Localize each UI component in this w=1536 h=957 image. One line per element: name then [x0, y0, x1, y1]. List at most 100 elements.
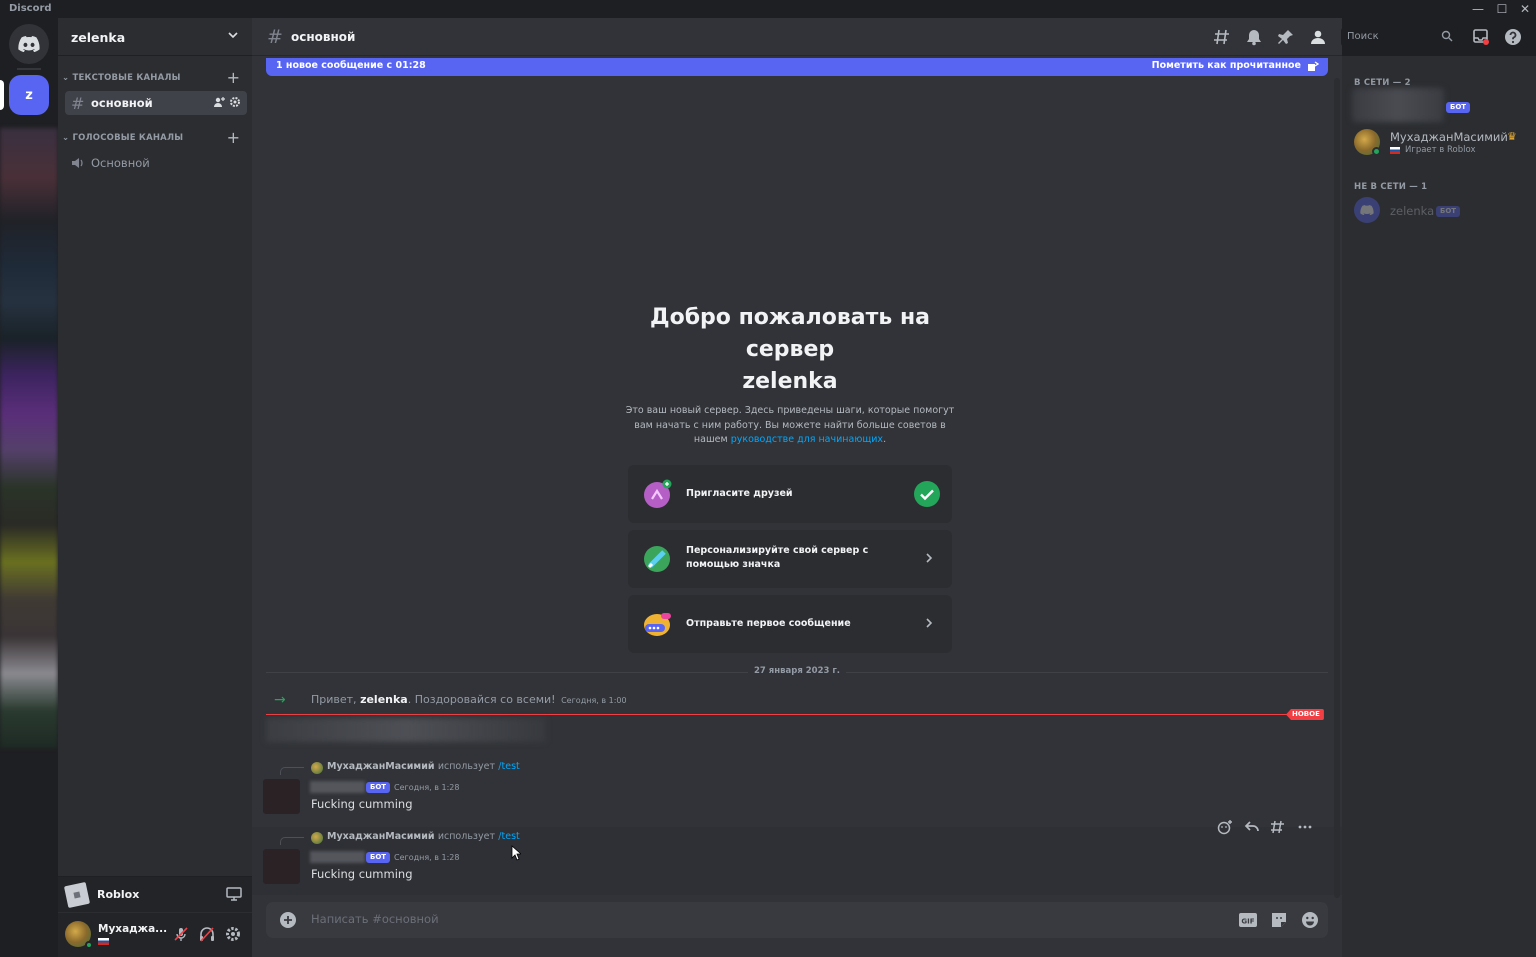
message-input[interactable] [311, 912, 1211, 926]
send-first-message-card[interactable]: Отправьте первое сообщение [628, 595, 952, 653]
home-button[interactable] [9, 24, 49, 64]
chevron-right-icon [926, 553, 933, 563]
server-header[interactable]: zelenka [58, 18, 252, 56]
voice-channel-label: Основной [91, 156, 150, 170]
invite-friends-icon [644, 479, 672, 508]
join-arrow-icon: → [274, 692, 286, 708]
search-input[interactable]: Поиск [1341, 27, 1458, 47]
slash-command-link[interactable]: /test [498, 761, 519, 772]
message-composer: GIF [266, 902, 1328, 938]
timestamp: Сегодня, в 1:00 [561, 696, 627, 705]
avatar[interactable] [311, 762, 323, 774]
inbox-icon[interactable] [1472, 28, 1490, 46]
reply-connector [280, 837, 304, 845]
channel-item-osnovnoy[interactable]: # основной [65, 91, 247, 115]
mark-read-button[interactable]: Пометить как прочитанное [1152, 60, 1301, 71]
avatar[interactable] [263, 849, 300, 884]
online-status-icon [1372, 147, 1381, 156]
close-button[interactable]: ✕ [1513, 1, 1536, 17]
timestamp: Сегодня, в 1:28 [394, 853, 460, 862]
crown-icon: ♛ [1507, 130, 1517, 143]
bot-badge: БОТ [1436, 206, 1461, 217]
avatar[interactable] [1354, 197, 1380, 223]
minimize-button[interactable]: — [1466, 1, 1490, 17]
add-voice-channel-button[interactable]: + [227, 130, 240, 146]
maximize-button[interactable]: ☐ [1490, 1, 1514, 17]
voice-channel-osnovnoy[interactable]: Основной [65, 151, 247, 175]
message-item[interactable]: МухаджанМасимий использует /test БОТ Сег… [252, 757, 1342, 825]
system-join-message: → Привет, zelenka. Поздоровайся со всеми… [274, 692, 627, 708]
card-label: Пригласите друзей [686, 488, 793, 499]
sticker-icon[interactable] [1269, 911, 1289, 929]
russia-flag-icon [98, 938, 109, 945]
plus-circle-icon[interactable] [279, 911, 297, 929]
blurred-username [310, 781, 365, 793]
category-voice-channels[interactable]: ⌄ ГОЛОСОВЫЕ КАНАЛЫ [62, 133, 183, 143]
gif-icon[interactable]: GIF [1238, 911, 1258, 929]
mark-read-icon [1308, 61, 1319, 71]
chat-scrollbar[interactable] [1334, 78, 1340, 898]
category-text-channels[interactable]: ⌄ ТЕКСТОВЫЕ КАНАЛЫ [62, 73, 181, 83]
more-options-icon[interactable] [1297, 819, 1313, 835]
blurred-username [310, 851, 365, 863]
avatar[interactable] [311, 832, 323, 844]
mic-muted-icon[interactable] [172, 925, 190, 943]
pin-icon[interactable] [1277, 28, 1295, 46]
user-panel: Мухаджа... [58, 913, 252, 957]
svg-text:GIF: GIF [1241, 918, 1254, 926]
member-name: zelenka [1390, 204, 1435, 218]
server-icon-zelenka[interactable]: z [9, 75, 49, 115]
reply-icon[interactable] [1244, 819, 1260, 835]
username[interactable]: Мухаджа... [98, 923, 167, 935]
timestamp: Сегодня, в 1:28 [394, 783, 460, 792]
bot-badge: БОТ [1446, 102, 1471, 113]
reply-username[interactable]: МухаджанМасимий [327, 831, 435, 842]
threads-icon[interactable] [1213, 28, 1231, 46]
server-name: zelenka [71, 30, 126, 45]
chevron-right-icon [926, 618, 933, 628]
members-icon[interactable] [1309, 28, 1327, 46]
blurred-server-list [0, 128, 58, 748]
invite-friends-card[interactable]: Пригласите друзей [628, 465, 952, 523]
channel-label: основной [91, 96, 153, 110]
beginner-guide-link[interactable]: руководстве для начинающих [731, 434, 883, 445]
new-messages-divider [266, 714, 1316, 715]
screen-share-icon[interactable] [226, 887, 242, 901]
slash-command-link[interactable]: /test [498, 831, 519, 842]
hash-icon: # [71, 93, 85, 113]
message-item[interactable]: МухаджанМасимий использует /test БОТ Сег… [252, 827, 1342, 895]
bell-icon[interactable] [1245, 28, 1263, 46]
help-icon[interactable] [1504, 28, 1522, 46]
date-divider-label: 27 января 2023 г. [748, 666, 847, 676]
new-messages-bar[interactable]: 1 новое сообщение с 01:28 Пометить как п… [266, 58, 1328, 76]
hash-icon: # [267, 26, 283, 48]
headphones-muted-icon[interactable] [198, 925, 216, 943]
mouse-cursor-icon [511, 845, 521, 861]
blurred-member[interactable] [1352, 88, 1444, 122]
discord-logo-icon [18, 36, 40, 52]
app-title: Discord [9, 3, 52, 14]
add-text-channel-button[interactable]: + [227, 70, 240, 86]
avatar[interactable] [263, 779, 300, 814]
title-bar: Discord — ☐ ✕ [0, 0, 1536, 18]
discord-logo-icon [1360, 205, 1374, 215]
gear-icon[interactable] [224, 925, 242, 943]
activity-panel: Roblox [58, 876, 252, 912]
join-username[interactable]: zelenka [360, 693, 408, 706]
reply-connector [280, 767, 304, 775]
create-thread-icon[interactable] [1270, 819, 1286, 835]
personalize-server-card[interactable]: Персонализируйте свой сервер с помощью з… [628, 530, 952, 588]
gear-icon[interactable] [229, 96, 241, 108]
member-activity: Играет в Roblox [1405, 145, 1476, 155]
new-messages-text: 1 новое сообщение с 01:28 [276, 60, 426, 71]
chat-area: # основной Поиск 1 новое сообщение с 01:… [252, 18, 1521, 957]
add-reaction-icon[interactable] [1217, 819, 1233, 835]
welcome-description: Это ваш новый сервер. Здесь приведены ша… [625, 405, 955, 445]
card-label: Персонализируйте свой сервер с помощью з… [686, 545, 869, 570]
reply-username[interactable]: МухаджанМасимий [327, 761, 435, 772]
activity-name: Roblox [97, 888, 140, 901]
emoji-icon[interactable] [1300, 911, 1320, 929]
channel-sidebar: zelenka ⌄ ТЕКСТОВЫЕ КАНАЛЫ + # основной … [58, 18, 252, 957]
invite-icon[interactable] [213, 96, 225, 108]
message-bubble-icon [644, 613, 671, 636]
